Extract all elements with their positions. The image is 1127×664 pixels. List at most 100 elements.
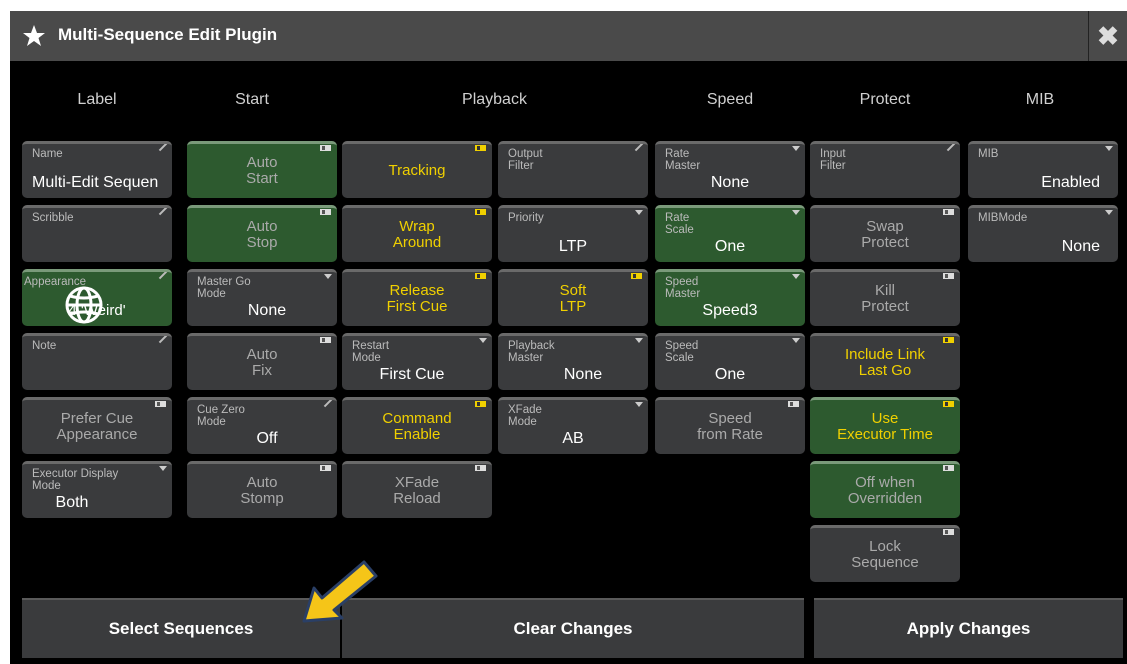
- wrap-around-toggle[interactable]: Wrap Around: [342, 205, 492, 262]
- clear-changes-button[interactable]: Clear Changes: [342, 598, 804, 658]
- xfade-mode-value: AB: [562, 430, 584, 447]
- dropdown-triangle-icon: [324, 274, 332, 279]
- master-go-mode-select[interactable]: Master Go Mode None: [187, 269, 337, 326]
- include-link-last-go-toggle[interactable]: Include Link Last Go: [810, 333, 960, 390]
- mib-value: Enabled: [1041, 174, 1100, 191]
- close-icon[interactable]: ✖: [1088, 11, 1127, 61]
- edit-pencil-icon: [634, 144, 644, 152]
- toggle-indicator-icon: [943, 209, 954, 215]
- dropdown-triangle-icon: [792, 210, 800, 215]
- swap-protect-toggle[interactable]: Swap Protect: [810, 205, 960, 262]
- toggle-indicator-icon: [155, 401, 166, 407]
- auto-stop-toggle[interactable]: Auto Stop: [187, 205, 337, 262]
- edit-pencil-icon: [946, 144, 956, 152]
- speed-master-value: Speed3: [702, 302, 758, 319]
- column-header-speed: Speed: [706, 91, 754, 108]
- release-first-cue-toggle[interactable]: Release First Cue: [342, 269, 492, 326]
- edit-pencil-icon: [158, 144, 168, 152]
- window-title: Multi-Sequence Edit Plugin: [58, 25, 278, 44]
- auto-fix-toggle[interactable]: Auto Fix: [187, 333, 337, 390]
- title-bar: Multi-Sequence Edit Plugin ✖: [10, 11, 1127, 61]
- use-executor-time-toggle[interactable]: Use Executor Time: [810, 397, 960, 454]
- dropdown-triangle-icon: [792, 338, 800, 343]
- edit-pencil-icon: [158, 336, 168, 344]
- select-sequences-button[interactable]: Select Sequences: [22, 598, 340, 658]
- off-when-overridden-toggle[interactable]: Off when Overridden: [810, 461, 960, 518]
- pointer-arrow-icon: [302, 560, 378, 623]
- toggle-indicator-icon: [943, 273, 954, 279]
- dropdown-triangle-icon: [1105, 146, 1113, 151]
- toggle-indicator-icon: [943, 529, 954, 535]
- rate-scale-value: One: [714, 238, 746, 255]
- edit-pencil-icon: [158, 208, 168, 216]
- auto-start-toggle[interactable]: Auto Start: [187, 141, 337, 198]
- master-go-mode-value: None: [247, 302, 287, 319]
- toggle-indicator-icon: [631, 273, 642, 279]
- column-header-start: Start: [235, 91, 269, 108]
- toggle-indicator-icon: [320, 145, 331, 151]
- dropdown-triangle-icon: [635, 210, 643, 215]
- auto-stomp-toggle[interactable]: Auto Stomp: [187, 461, 337, 518]
- note-field[interactable]: Note: [22, 333, 172, 390]
- name-field[interactable]: Name Multi-Edit Sequen: [22, 141, 172, 198]
- toggle-indicator-icon: [788, 401, 799, 407]
- dropdown-triangle-icon: [159, 466, 167, 471]
- speed-scale-select[interactable]: Speed Scale One: [655, 333, 805, 390]
- toggle-indicator-icon: [475, 401, 486, 407]
- soft-ltp-toggle[interactable]: Soft LTP: [498, 269, 648, 326]
- toggle-indicator-icon: [943, 337, 954, 343]
- priority-select[interactable]: Priority LTP: [498, 205, 648, 262]
- column-header-label: Label: [77, 91, 117, 108]
- playback-master-value: None: [563, 366, 603, 383]
- column-header-playback: Playback: [462, 91, 527, 108]
- lock-sequence-toggle[interactable]: Lock Sequence: [810, 525, 960, 582]
- toggle-indicator-icon: [475, 145, 486, 151]
- restart-mode-value: First Cue: [379, 366, 445, 383]
- apply-changes-button[interactable]: Apply Changes: [814, 598, 1123, 658]
- toggle-indicator-icon: [475, 465, 486, 471]
- name-value: Multi-Edit Sequen: [32, 174, 159, 191]
- command-enable-toggle[interactable]: Command Enable: [342, 397, 492, 454]
- toggle-indicator-icon: [320, 337, 331, 343]
- cue-zero-mode-field[interactable]: Cue Zero Mode Off: [187, 397, 337, 454]
- speed-from-rate-toggle[interactable]: Speed from Rate: [655, 397, 805, 454]
- toggle-indicator-icon: [320, 465, 331, 471]
- restart-mode-select[interactable]: Restart Mode First Cue: [342, 333, 492, 390]
- star-icon: [23, 25, 45, 46]
- output-filter-field[interactable]: Output Filter: [498, 141, 648, 198]
- speed-scale-value: One: [714, 366, 746, 383]
- xfade-reload-toggle[interactable]: XFade Reload: [342, 461, 492, 518]
- priority-value: LTP: [558, 238, 588, 255]
- edit-pencil-icon: [158, 272, 168, 280]
- executor-display-mode-value: Both: [55, 494, 89, 511]
- xfade-mode-select[interactable]: XFade Mode AB: [498, 397, 648, 454]
- dropdown-triangle-icon: [635, 402, 643, 407]
- plugin-window: Multi-Sequence Edit Plugin ✖ Label Start…: [10, 11, 1127, 664]
- rate-scale-select[interactable]: Rate Scale One: [655, 205, 805, 262]
- toggle-indicator-icon: [943, 401, 954, 407]
- input-filter-field[interactable]: Input Filter: [810, 141, 960, 198]
- dropdown-triangle-icon: [1105, 210, 1113, 215]
- cue-zero-mode-value: Off: [256, 430, 278, 447]
- rate-master-select[interactable]: Rate Master None: [655, 141, 805, 198]
- toggle-indicator-icon: [475, 273, 486, 279]
- dropdown-triangle-icon: [635, 338, 643, 343]
- kill-protect-toggle[interactable]: Kill Protect: [810, 269, 960, 326]
- dropdown-triangle-icon: [792, 274, 800, 279]
- toggle-indicator-icon: [475, 209, 486, 215]
- tracking-toggle[interactable]: Tracking: [342, 141, 492, 198]
- globe-icon: [65, 286, 103, 324]
- prefer-cue-appearance-toggle[interactable]: Prefer Cue Appearance: [22, 397, 172, 454]
- column-header-mib: MIB: [1025, 91, 1055, 108]
- rate-master-value: None: [710, 174, 750, 191]
- mib-mode-select[interactable]: MIBMode None: [968, 205, 1118, 262]
- edit-pencil-icon: [323, 400, 333, 408]
- executor-display-mode-select[interactable]: Executor Display Mode Both: [22, 461, 172, 518]
- dropdown-triangle-icon: [792, 146, 800, 151]
- toggle-indicator-icon: [320, 209, 331, 215]
- scribble-field[interactable]: Scribble: [22, 205, 172, 262]
- speed-master-select[interactable]: Speed Master Speed3: [655, 269, 805, 326]
- column-header-protect: Protect: [859, 91, 911, 108]
- playback-master-select[interactable]: Playback Master None: [498, 333, 648, 390]
- mib-select[interactable]: MIB Enabled: [968, 141, 1118, 198]
